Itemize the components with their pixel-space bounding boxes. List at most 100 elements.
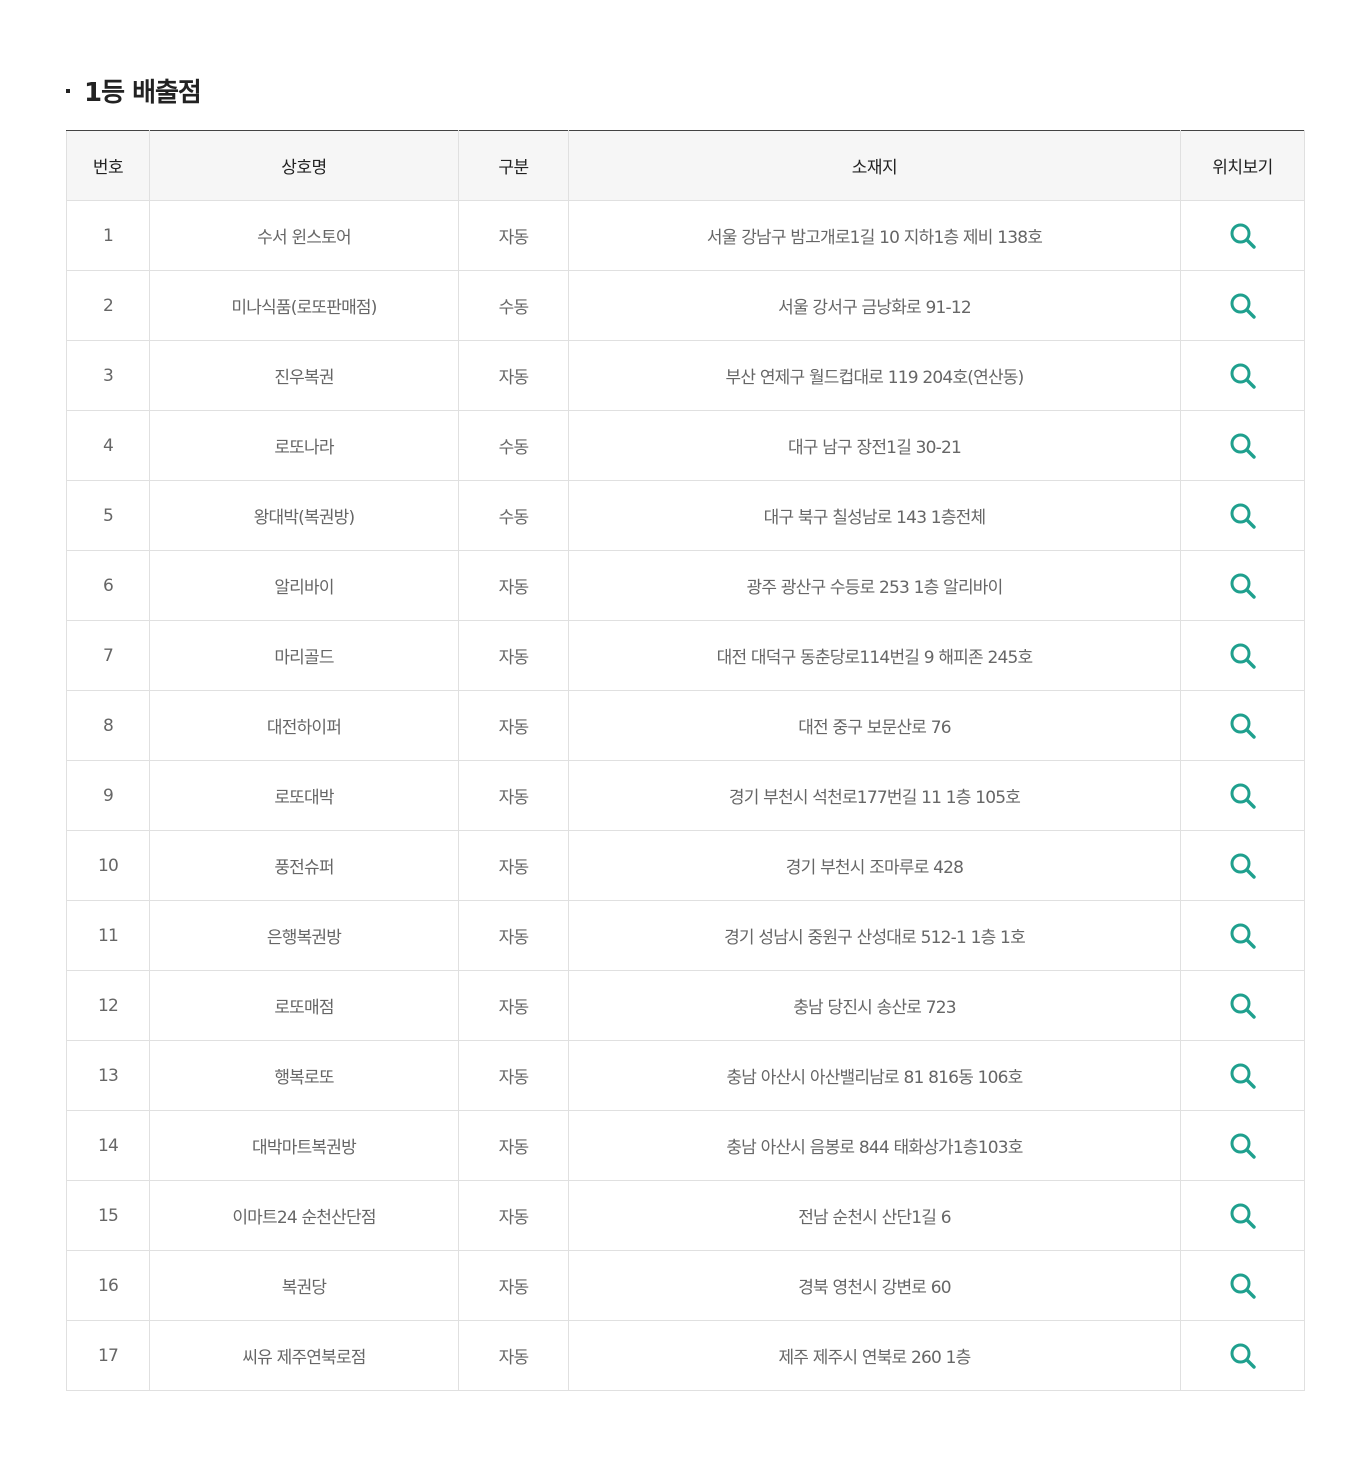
cell-map xyxy=(1180,1320,1305,1391)
header-map: 위치보기 xyxy=(1180,130,1305,201)
table-row: 5 왕대박(복권방) 수동 대구 북구 칠성남로 143 1층전체 xyxy=(66,480,1305,551)
table-row: 11 은행복권방 자동 경기 성남시 중원구 산성대로 512-1 1층 1호 xyxy=(66,900,1305,971)
cell-map xyxy=(1180,1180,1305,1251)
table-row: 13 행복로또 자동 충남 아산시 아산밸리남로 81 816동 106호 xyxy=(66,1040,1305,1111)
table-row: 1 수서 윈스토어 자동 서울 강남구 밤고개로1길 10 지하1층 제비 138호 xyxy=(66,200,1305,271)
cell-no: 5 xyxy=(66,480,150,551)
cell-map xyxy=(1180,200,1305,271)
cell-address: 제주 제주시 연북로 260 1층 xyxy=(568,1320,1181,1391)
cell-type: 수동 xyxy=(458,410,569,481)
cell-map xyxy=(1180,270,1305,341)
cell-name: 로또대박 xyxy=(149,760,459,831)
search-icon[interactable] xyxy=(1228,781,1258,811)
cell-no: 12 xyxy=(66,970,150,1041)
cell-type: 자동 xyxy=(458,690,569,761)
cell-type: 자동 xyxy=(458,900,569,971)
table-row: 6 알리바이 자동 광주 광산구 수등로 253 1층 알리바이 xyxy=(66,550,1305,621)
cell-no: 9 xyxy=(66,760,150,831)
cell-address: 광주 광산구 수등로 253 1층 알리바이 xyxy=(568,550,1181,621)
cell-type: 자동 xyxy=(458,760,569,831)
table-row: 14 대박마트복권방 자동 충남 아산시 음봉로 844 태화상가1층103호 xyxy=(66,1110,1305,1181)
cell-no: 13 xyxy=(66,1040,150,1111)
table-row: 15 이마트24 순천산단점 자동 전남 순천시 산단1길 6 xyxy=(66,1180,1305,1251)
cell-name: 대박마트복권방 xyxy=(149,1110,459,1181)
cell-name: 복권당 xyxy=(149,1250,459,1321)
table-row: 7 마리골드 자동 대전 대덕구 동춘당로114번길 9 해피존 245호 xyxy=(66,620,1305,691)
cell-address: 경기 부천시 석천로177번길 11 1층 105호 xyxy=(568,760,1181,831)
cell-name: 마리골드 xyxy=(149,620,459,691)
cell-name: 로또매점 xyxy=(149,970,459,1041)
cell-name: 은행복권방 xyxy=(149,900,459,971)
table-header-row: 번호 상호명 구분 소재지 위치보기 xyxy=(66,130,1305,201)
cell-no: 17 xyxy=(66,1320,150,1391)
cell-map xyxy=(1180,760,1305,831)
table-body: 1 수서 윈스토어 자동 서울 강남구 밤고개로1길 10 지하1층 제비 138호 2… xyxy=(66,200,1305,1391)
cell-address: 충남 아산시 음봉로 844 태화상가1층103호 xyxy=(568,1110,1181,1181)
table-row: 10 풍전슈퍼 자동 경기 부천시 조마루로 428 xyxy=(66,830,1305,901)
cell-no: 4 xyxy=(66,410,150,481)
search-icon[interactable] xyxy=(1228,1061,1258,1091)
header-name: 상호명 xyxy=(149,130,459,201)
search-icon[interactable] xyxy=(1228,291,1258,321)
cell-no: 11 xyxy=(66,900,150,971)
cell-no: 1 xyxy=(66,200,150,271)
cell-map xyxy=(1180,550,1305,621)
cell-no: 16 xyxy=(66,1250,150,1321)
cell-no: 7 xyxy=(66,620,150,691)
cell-type: 자동 xyxy=(458,550,569,621)
cell-address: 대구 남구 장전1길 30-21 xyxy=(568,410,1181,481)
cell-type: 자동 xyxy=(458,830,569,901)
cell-map xyxy=(1180,1110,1305,1181)
cell-address: 서울 강남구 밤고개로1길 10 지하1층 제비 138호 xyxy=(568,200,1181,271)
search-icon[interactable] xyxy=(1228,501,1258,531)
table-row: 17 씨유 제주연북로점 자동 제주 제주시 연북로 260 1층 xyxy=(66,1320,1305,1391)
cell-map xyxy=(1180,620,1305,691)
cell-type: 수동 xyxy=(458,480,569,551)
table-row: 8 대전하이퍼 자동 대전 중구 보문산로 76 xyxy=(66,690,1305,761)
cell-type: 자동 xyxy=(458,200,569,271)
table-row: 16 복권당 자동 경북 영천시 강변로 60 xyxy=(66,1250,1305,1321)
search-icon[interactable] xyxy=(1228,1201,1258,1231)
cell-map xyxy=(1180,340,1305,411)
title-bullet xyxy=(66,89,70,93)
search-icon[interactable] xyxy=(1228,361,1258,391)
cell-name: 풍전슈퍼 xyxy=(149,830,459,901)
cell-address: 대전 중구 보문산로 76 xyxy=(568,690,1181,761)
cell-address: 경기 성남시 중원구 산성대로 512-1 1층 1호 xyxy=(568,900,1181,971)
cell-address: 충남 아산시 아산밸리남로 81 816동 106호 xyxy=(568,1040,1181,1111)
search-icon[interactable] xyxy=(1228,221,1258,251)
cell-name: 미나식품(로또판매점) xyxy=(149,270,459,341)
table-row: 2 미나식품(로또판매점) 수동 서울 강서구 금낭화로 91-12 xyxy=(66,270,1305,341)
search-icon[interactable] xyxy=(1228,921,1258,951)
cell-address: 충남 당진시 송산로 723 xyxy=(568,970,1181,1041)
search-icon[interactable] xyxy=(1228,571,1258,601)
cell-no: 10 xyxy=(66,830,150,901)
search-icon[interactable] xyxy=(1228,1131,1258,1161)
cell-map xyxy=(1180,900,1305,971)
search-icon[interactable] xyxy=(1228,431,1258,461)
search-icon[interactable] xyxy=(1228,641,1258,671)
cell-name: 알리바이 xyxy=(149,550,459,621)
cell-type: 자동 xyxy=(458,1180,569,1251)
cell-map xyxy=(1180,480,1305,551)
table-header: 번호 상호명 구분 소재지 위치보기 xyxy=(66,130,1305,201)
cell-no: 14 xyxy=(66,1110,150,1181)
header-no: 번호 xyxy=(66,130,150,201)
cell-no: 2 xyxy=(66,270,150,341)
header-address: 소재지 xyxy=(568,130,1181,201)
table-row: 4 로또나라 수동 대구 남구 장전1길 30-21 xyxy=(66,410,1305,481)
cell-name: 이마트24 순천산단점 xyxy=(149,1180,459,1251)
search-icon[interactable] xyxy=(1228,711,1258,741)
search-icon[interactable] xyxy=(1228,1271,1258,1301)
cell-name: 진우복권 xyxy=(149,340,459,411)
search-icon[interactable] xyxy=(1228,1341,1258,1371)
search-icon[interactable] xyxy=(1228,851,1258,881)
cell-name: 왕대박(복권방) xyxy=(149,480,459,551)
cell-name: 씨유 제주연북로점 xyxy=(149,1320,459,1391)
cell-address: 대전 대덕구 동춘당로114번길 9 해피존 245호 xyxy=(568,620,1181,691)
cell-map xyxy=(1180,1250,1305,1321)
search-icon[interactable] xyxy=(1228,991,1258,1021)
cell-type: 자동 xyxy=(458,620,569,691)
winning-stores-table: 번호 상호명 구분 소재지 위치보기 1 수서 윈스토어 자동 서울 강남구 밤고개로… xyxy=(66,130,1305,1391)
cell-map xyxy=(1180,410,1305,481)
